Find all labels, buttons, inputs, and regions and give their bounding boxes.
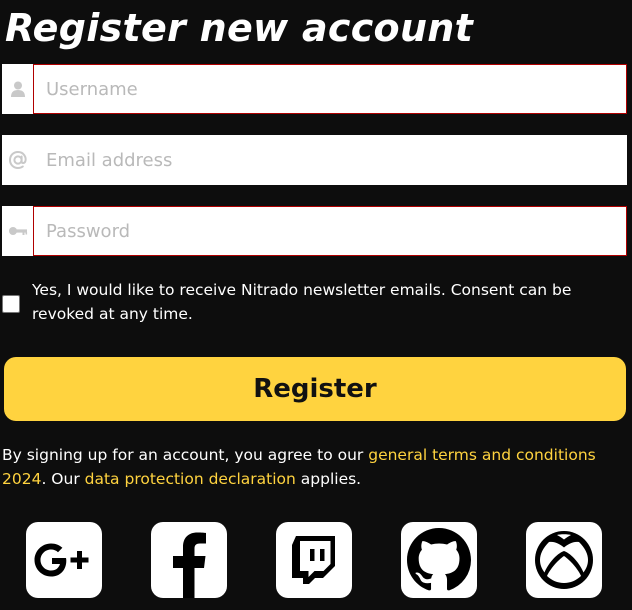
twitch-login-button[interactable] bbox=[276, 522, 352, 598]
privacy-link[interactable]: data protection declaration bbox=[85, 470, 296, 488]
password-field bbox=[2, 206, 627, 256]
terms-middle: . Our bbox=[41, 470, 85, 488]
newsletter-label: Yes, I would like to receive Nitrado new… bbox=[32, 281, 572, 323]
password-input[interactable] bbox=[33, 206, 627, 256]
google-plus-icon bbox=[34, 543, 89, 577]
twitch-icon bbox=[292, 536, 335, 584]
google-login-button[interactable] bbox=[26, 522, 102, 598]
facebook-icon bbox=[173, 532, 206, 598]
facebook-login-button[interactable] bbox=[151, 522, 227, 598]
github-icon bbox=[407, 528, 471, 591]
at-icon bbox=[2, 135, 33, 185]
email-field bbox=[2, 135, 627, 185]
github-login-button[interactable] bbox=[401, 522, 477, 598]
newsletter-checkbox[interactable] bbox=[2, 295, 20, 313]
user-icon bbox=[2, 64, 33, 114]
terms-prefix: By signing up for an account, you agree … bbox=[2, 446, 369, 464]
register-button[interactable]: Register bbox=[4, 357, 626, 421]
xbox-login-button[interactable] bbox=[526, 522, 602, 598]
register-page: Register new account Username Email addr… bbox=[0, 0, 632, 610]
terms-suffix: applies. bbox=[295, 470, 362, 488]
page-title: Register new account bbox=[5, 6, 474, 50]
terms-notice: By signing up for an account, you agree … bbox=[2, 443, 627, 491]
email-input[interactable] bbox=[33, 135, 627, 185]
key-icon bbox=[2, 206, 33, 256]
username-input[interactable] bbox=[33, 64, 627, 114]
xbox-icon bbox=[535, 531, 593, 589]
username-field bbox=[2, 64, 627, 114]
